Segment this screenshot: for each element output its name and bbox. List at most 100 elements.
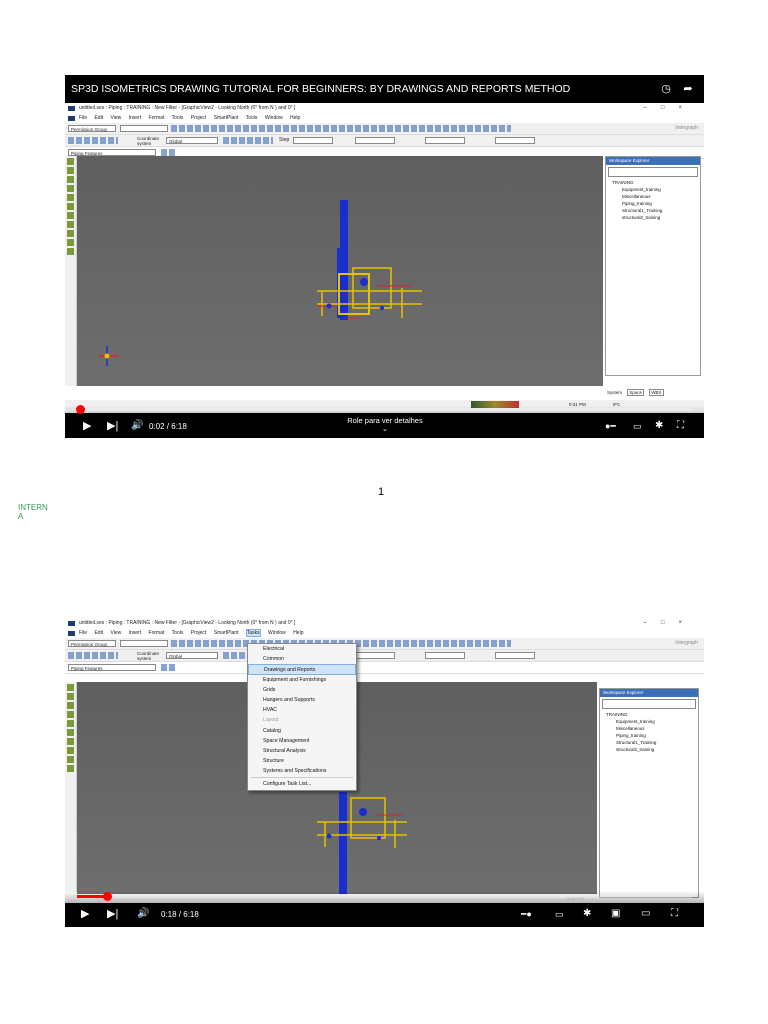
settings-gear-icon[interactable]: ✱ xyxy=(583,908,591,920)
autoplay-toggle[interactable]: ●━ xyxy=(605,420,616,432)
progress-bar[interactable] xyxy=(77,892,692,901)
menu-edit[interactable]: Edit xyxy=(94,630,103,636)
tree-root[interactable]: TRAINING xyxy=(606,711,698,718)
permission-group-select[interactable]: Permission Group xyxy=(68,125,116,132)
permission-group-select[interactable]: Permission Group xyxy=(68,640,116,647)
workspace-explorer[interactable]: Workspace Explorer TRAINING Equipment_tr… xyxy=(599,688,699,898)
menu-window[interactable]: Window xyxy=(268,630,286,636)
menu-item-hvac[interactable]: HVAC xyxy=(248,705,356,715)
filter-select[interactable] xyxy=(120,640,168,647)
toolbar-icons-2[interactable] xyxy=(68,652,118,659)
menu-edit[interactable]: Edit xyxy=(94,115,103,121)
explorer-filter-select[interactable] xyxy=(602,699,696,709)
tb-select-a[interactable] xyxy=(355,137,395,144)
filter-select[interactable] xyxy=(120,125,168,132)
workspace-explorer[interactable]: Workspace Explorer TRAINING Equipment_tr… xyxy=(605,156,701,376)
tab-space[interactable]: Space xyxy=(627,389,645,396)
tree-item[interactable]: Structural1_Training xyxy=(612,207,700,214)
tree-item[interactable]: structural2_training xyxy=(606,746,698,753)
tab-system[interactable]: System xyxy=(607,390,622,395)
graphic-view[interactable] xyxy=(77,156,603,386)
menu-smartplant[interactable]: SmartPlant xyxy=(214,115,239,121)
tb-select-b[interactable] xyxy=(425,652,465,659)
tb-select-a[interactable] xyxy=(355,652,395,659)
volume-icon[interactable]: 🔊 xyxy=(137,908,149,920)
menu-item-structural-analysis[interactable]: Structural Analysis xyxy=(248,746,356,756)
menu-view[interactable]: View xyxy=(110,115,121,121)
tree-item[interactable]: Miscellaneous xyxy=(612,193,700,200)
menu-help[interactable]: Help xyxy=(293,630,303,636)
window-controls[interactable]: –□× xyxy=(644,618,696,629)
menu-item-catalog[interactable]: Catalog xyxy=(248,726,356,736)
explorer-tabs[interactable]: System Space WBS xyxy=(607,389,664,396)
explorer-filter-select[interactable] xyxy=(608,167,698,177)
toolbar-icons[interactable] xyxy=(171,125,511,132)
subtitles-icon[interactable]: ▭ xyxy=(633,420,642,432)
toolbar-icons-2[interactable] xyxy=(68,137,118,144)
progress-scrubber[interactable] xyxy=(102,892,112,901)
step-select[interactable] xyxy=(293,137,333,144)
tb-select-b[interactable] xyxy=(425,137,465,144)
menu-tasks[interactable]: Tools xyxy=(246,115,258,121)
video-player-2[interactable]: untitled.ses : Piping : TRAINING : New F… xyxy=(65,618,704,927)
settings-gear-icon[interactable]: ✱ xyxy=(655,420,663,432)
next-icon[interactable]: ▶| xyxy=(107,420,118,432)
menu-item-grids[interactable]: Grids xyxy=(248,685,356,695)
piping-features-select[interactable]: Piping Features xyxy=(68,664,156,671)
menu-insert[interactable]: Insert xyxy=(129,115,142,121)
explorer-tree[interactable]: TRAINING Equipment_training Miscellaneou… xyxy=(606,179,700,221)
menu-tasks[interactable]: Tasks xyxy=(245,629,261,637)
menu-project[interactable]: Project xyxy=(191,115,207,121)
progress-bar[interactable] xyxy=(76,405,692,414)
menu-item-common[interactable]: Common xyxy=(248,654,356,664)
theater-mode-icon[interactable]: ▭ xyxy=(641,908,650,920)
menu-insert[interactable]: Insert xyxy=(129,630,142,636)
video-player-1[interactable]: untitled.ses : Piping : TRAINING : New F… xyxy=(65,75,704,438)
tree-item[interactable]: Equipment_training xyxy=(612,186,700,193)
left-tool-palette[interactable] xyxy=(65,682,77,892)
menu-tools[interactable]: Tools xyxy=(172,630,184,636)
miniplayer-icon[interactable]: ▣ xyxy=(611,908,620,920)
menu-smartplant[interactable]: SmartPlant xyxy=(214,630,239,636)
subtitles-icon[interactable]: ▭ xyxy=(555,908,564,920)
menu-item-configure-task-list[interactable]: Configure Task List... xyxy=(248,779,356,789)
tab-wbs[interactable]: WBS xyxy=(649,389,664,396)
menu-item-electrical[interactable]: Electrical xyxy=(248,644,356,654)
autoplay-toggle[interactable]: ━● xyxy=(521,908,532,920)
volume-icon[interactable]: 🔊 xyxy=(131,420,143,432)
next-icon[interactable]: ▶| xyxy=(107,908,118,920)
left-tool-palette[interactable] xyxy=(65,156,77,386)
menu-item-structure[interactable]: Structure xyxy=(248,756,356,766)
menu-window[interactable]: Window xyxy=(265,115,283,121)
toolbar-icons-3[interactable] xyxy=(223,137,273,144)
menu-file[interactable]: File xyxy=(79,115,87,121)
toolbar-icons-4[interactable] xyxy=(161,149,175,156)
tree-item[interactable]: structural2_training xyxy=(612,214,700,221)
toolbar-icons-3[interactable] xyxy=(223,652,245,659)
menu-item-hangers[interactable]: Hangers and Supports xyxy=(248,695,356,705)
menu-item-systems-specs[interactable]: Systems and Specifications xyxy=(248,766,356,776)
menu-item-equipment[interactable]: Equipment and Furnishings xyxy=(248,675,356,685)
coordinate-select[interactable]: Global xyxy=(166,652,218,659)
toolbar-icons-4[interactable] xyxy=(161,664,175,671)
coordinate-select[interactable]: Global xyxy=(166,137,218,144)
menu-file[interactable]: File xyxy=(79,630,87,636)
menu-view[interactable]: View xyxy=(110,630,121,636)
tb-select-c[interactable] xyxy=(495,652,535,659)
tree-item[interactable]: Equipment_training xyxy=(606,718,698,725)
tree-item[interactable]: Piping_training xyxy=(612,200,700,207)
share-icon[interactable]: ➦ xyxy=(682,83,694,95)
tree-item[interactable]: Piping_training xyxy=(606,732,698,739)
menu-format[interactable]: Format xyxy=(149,115,165,121)
explorer-tree[interactable]: TRAINING Equipment_training Miscellaneou… xyxy=(600,711,698,753)
tree-item[interactable]: Miscellaneous xyxy=(606,725,698,732)
tb-select-c[interactable] xyxy=(495,137,535,144)
piping-features-select[interactable]: Piping Features xyxy=(68,149,156,156)
tree-item[interactable]: Structural1_Training xyxy=(606,739,698,746)
play-icon[interactable]: ▶ xyxy=(81,908,89,920)
tree-root[interactable]: TRAINING xyxy=(612,179,700,186)
menu-item-drawings-and-reports[interactable]: Drawings and Reports xyxy=(248,664,356,675)
progress-scrubber[interactable] xyxy=(76,405,86,414)
watch-later-icon[interactable]: ◷ xyxy=(660,83,672,95)
fullscreen-icon[interactable]: ⛶ xyxy=(671,908,678,920)
